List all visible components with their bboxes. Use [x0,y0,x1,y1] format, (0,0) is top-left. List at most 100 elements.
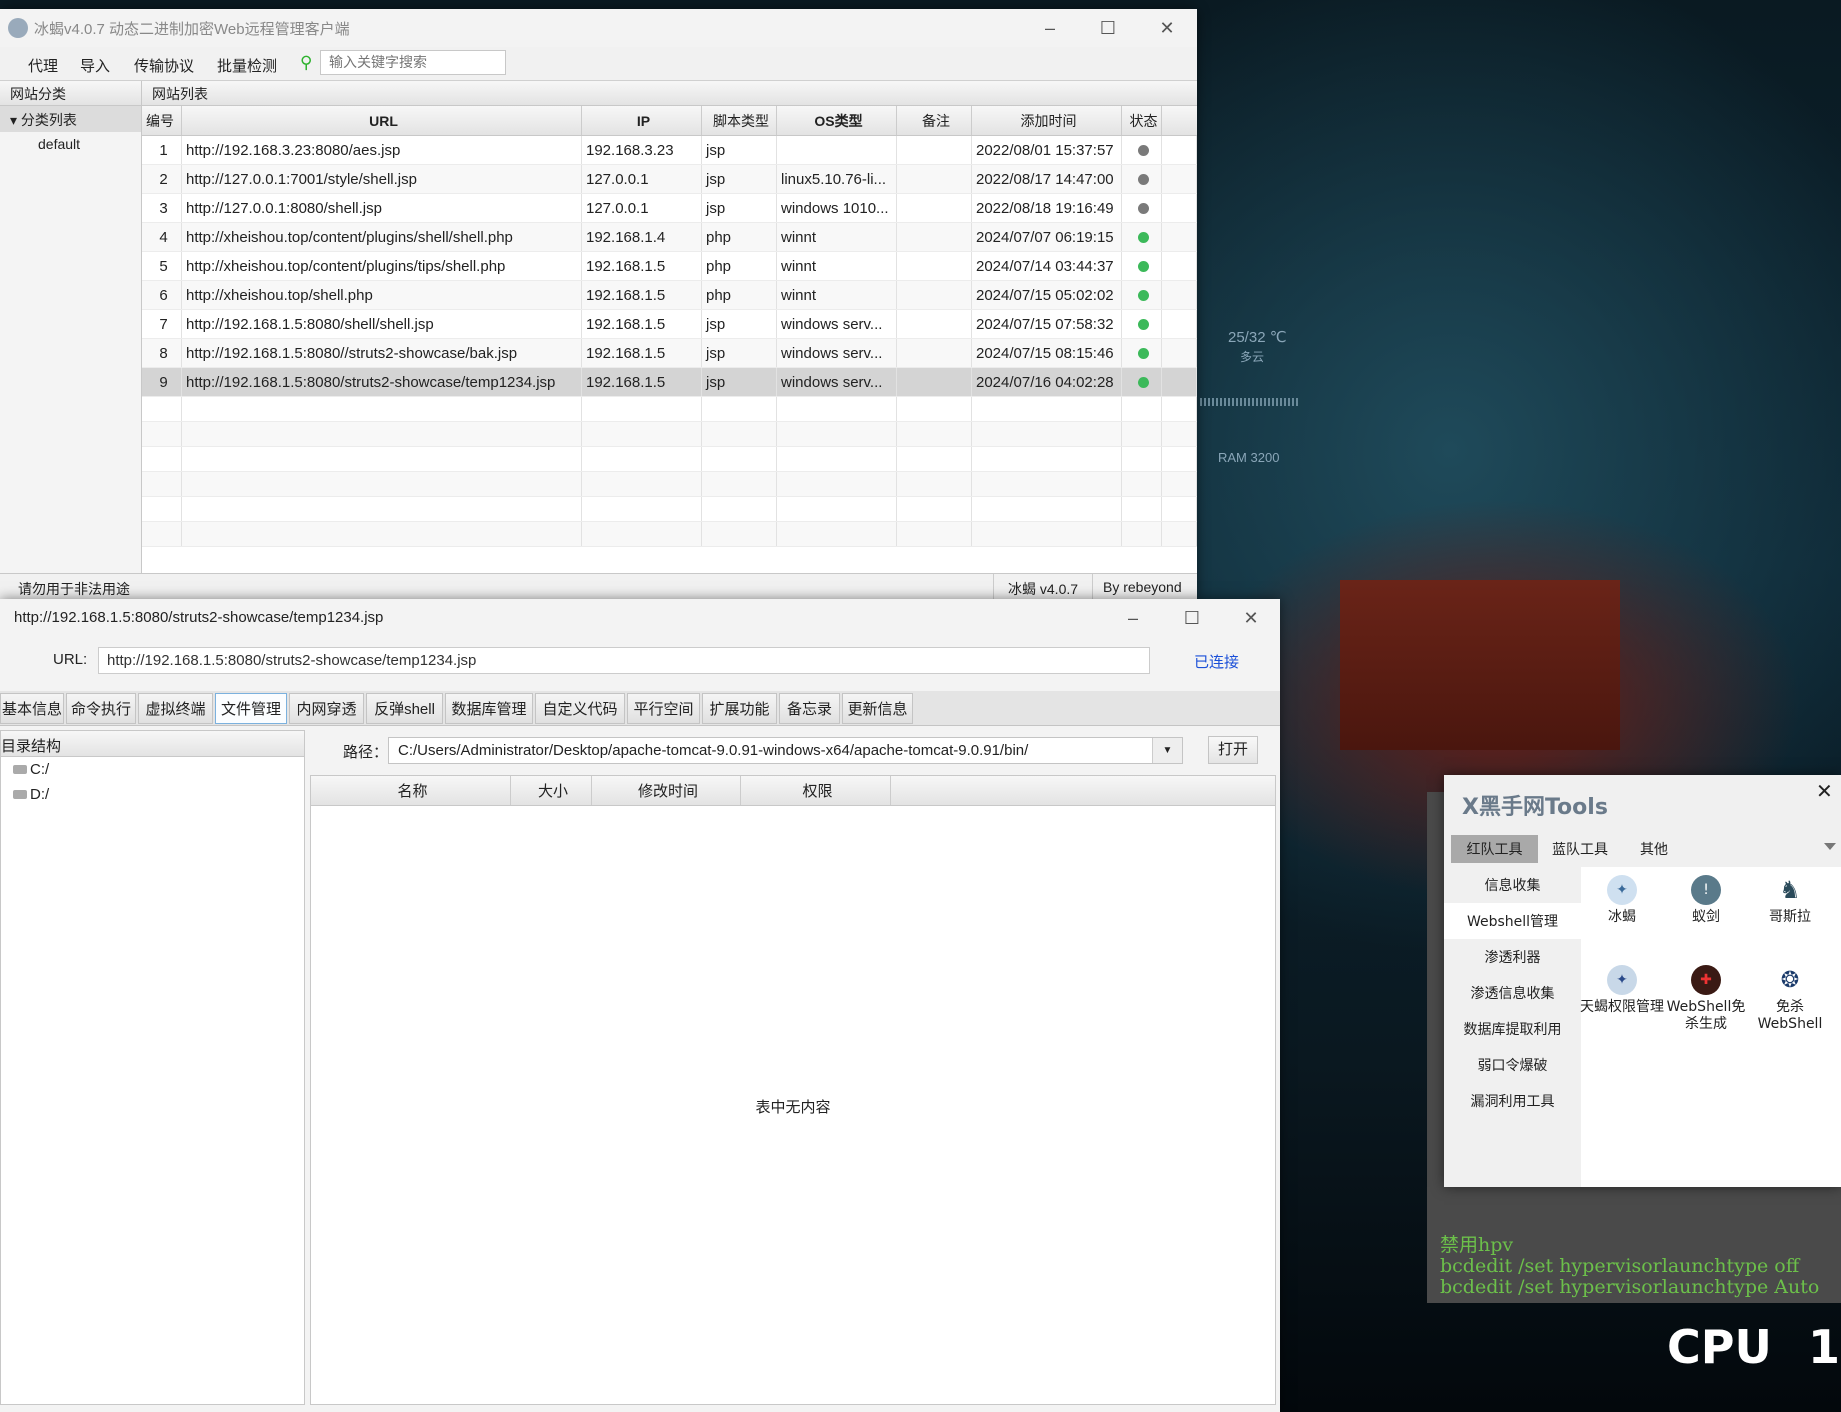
category-item[interactable]: 渗透利器 [1444,939,1581,975]
col-name[interactable]: 名称 [311,776,511,805]
tools-tab-blue[interactable]: 蓝队工具 [1552,835,1608,863]
tab-5[interactable]: 反弹shell [366,693,443,724]
tool-tianxie[interactable]: ✦ 天蝎权限管理 [1577,965,1667,1016]
maximize-button[interactable]: ☐ [1083,9,1133,47]
path-combobox[interactable]: C:/Users/Administrator/Desktop/apache-to… [388,737,1183,764]
minimize-button[interactable]: – [1025,9,1075,47]
tool-godzilla[interactable]: ♞ 哥斯拉 [1745,875,1835,926]
cell-url: http://xheishou.top/content/plugins/tips… [182,252,582,280]
table-row[interactable]: 1 http://192.168.3.23:8080/aes.jsp 192.168… [142,136,1197,165]
empty-cell [1162,447,1197,471]
cell-url: http://192.168.1.5:8080/shell/shell.jsp [182,310,582,338]
column-header[interactable]: 备注 [897,106,972,135]
column-header[interactable]: 状态 [1122,106,1162,135]
close-button[interactable]: ✕ [1226,599,1276,637]
table-row[interactable]: 8 http://192.168.1.5:8080//struts2-showca… [142,339,1197,368]
category-item[interactable]: 信息收集 [1444,867,1581,903]
table-row[interactable]: 9 http://192.168.1.5:8080/struts2-showcas… [142,368,1197,397]
site-list-header: 网站列表 [142,81,1197,106]
table-row[interactable]: 4 http://xheishou.top/content/plugins/she… [142,223,1197,252]
cell-type: jsp [702,368,777,396]
category-item[interactable]: 弱口令爆破 [1444,1047,1581,1083]
cell-os: windows 1010... [777,194,897,222]
tab-4[interactable]: 内网穿透 [289,693,364,724]
tab-9[interactable]: 扩展功能 [702,693,777,724]
cell-id: 6 [142,281,182,309]
tab-1[interactable]: 命令执行 [66,693,136,724]
open-button[interactable]: 打开 [1208,736,1258,764]
empty-cell [582,422,702,446]
cell-type: jsp [702,136,777,164]
table-row[interactable]: 2 http://127.0.0.1:7001/style/shell.jsp 12… [142,165,1197,194]
chevron-down-icon[interactable]: ▼ [1152,738,1182,763]
tab-10[interactable]: 备忘录 [779,693,840,724]
close-button[interactable]: ✕ [1142,9,1192,47]
tool-antsword[interactable]: ! 蚁剑 [1661,875,1751,926]
cell-note [897,252,972,280]
cell-id: 2 [142,165,182,193]
category-item[interactable]: 数据库提取利用 [1444,1011,1581,1047]
empty-cell [777,522,897,546]
tool-webshell-gen[interactable]: ✚ WebShell免杀生成 [1661,965,1751,1033]
tree-header: 目录结构 [1,731,304,757]
empty-row [142,497,1197,522]
tab-2[interactable]: 虚拟终端 [138,693,213,724]
cell-type: jsp [702,310,777,338]
column-header[interactable]: 脚本类型 [702,106,777,135]
category-item[interactable]: 渗透信息收集 [1444,975,1581,1011]
maximize-button[interactable]: ☐ [1167,599,1217,637]
column-header[interactable]: OS类型 [777,106,897,135]
table-row[interactable]: 3 http://127.0.0.1:8080/shell.jsp 127.0.0.… [142,194,1197,223]
tab-11[interactable]: 更新信息 [842,693,913,724]
table-row[interactable]: 7 http://192.168.1.5:8080/shell/shell.jsp… [142,310,1197,339]
dropdown-arrow-icon[interactable] [1824,843,1836,850]
cell-time: 2022/08/18 19:16:49 [972,194,1122,222]
cell-time: 2022/08/17 14:47:00 [972,165,1122,193]
column-header[interactable]: URL [182,106,582,135]
menu-proxy[interactable]: 代理 [28,55,58,76]
sidebar-item-default[interactable]: default [0,132,141,156]
menu-protocol[interactable]: 传输协议 [134,55,194,76]
col-mtime[interactable]: 修改时间 [592,776,741,805]
tab-6[interactable]: 数据库管理 [445,693,533,724]
cell-type: jsp [702,339,777,367]
column-header[interactable]: 编号 [142,106,182,135]
tools-tab-other[interactable]: 其他 [1640,835,1668,863]
empty-cell [972,472,1122,496]
category-item-selected[interactable]: Webshell管理 [1444,903,1581,939]
empty-cell [1122,422,1162,446]
tree-item-c[interactable]: C:/ [1,757,304,782]
tool-bingxie[interactable]: ✦ 冰蝎 [1577,875,1667,926]
table-row[interactable]: 5 http://xheishou.top/content/plugins/tip… [142,252,1197,281]
tab-0[interactable]: 基本信息 [0,693,64,724]
column-header[interactable]: 添加时间 [972,106,1122,135]
cell-note [897,339,972,367]
tree-item-d[interactable]: D:/ [1,782,304,807]
menu-import[interactable]: 导入 [80,55,110,76]
category-item[interactable]: 漏洞利用工具 [1444,1083,1581,1119]
col-permission[interactable]: 权限 [741,776,891,805]
minimize-button[interactable]: – [1108,599,1158,637]
tools-close-button[interactable]: ✕ [1816,779,1833,804]
sidebar-group[interactable]: ▾ 分类列表 [0,106,141,132]
tab-3[interactable]: 文件管理 [215,693,287,724]
menu-batch-check[interactable]: 批量检测 [217,55,277,76]
col-size[interactable]: 大小 [511,776,592,805]
status-online-icon [1138,347,1149,359]
drive-icon [13,765,27,774]
table-row[interactable]: 6 http://xheishou.top/shell.php 192.168.1.… [142,281,1197,310]
wallpaper-bar [1200,398,1300,406]
cell-filler [1162,252,1197,280]
cell-note [897,223,972,251]
tab-7[interactable]: 自定义代码 [535,693,625,724]
tool-mianshawebshell[interactable]: ❂ 免杀WebShell [1745,965,1835,1033]
search-input[interactable] [320,50,506,75]
empty-cell [142,472,182,496]
status-online-icon [1138,231,1149,243]
column-header[interactable]: IP [582,106,702,135]
tab-8[interactable]: 平行空间 [627,693,700,724]
tools-tab-red[interactable]: 红队工具 [1451,835,1538,863]
cell-time: 2024/07/15 08:15:46 [972,339,1122,367]
empty-cell [702,522,777,546]
url-input[interactable] [98,647,1150,674]
